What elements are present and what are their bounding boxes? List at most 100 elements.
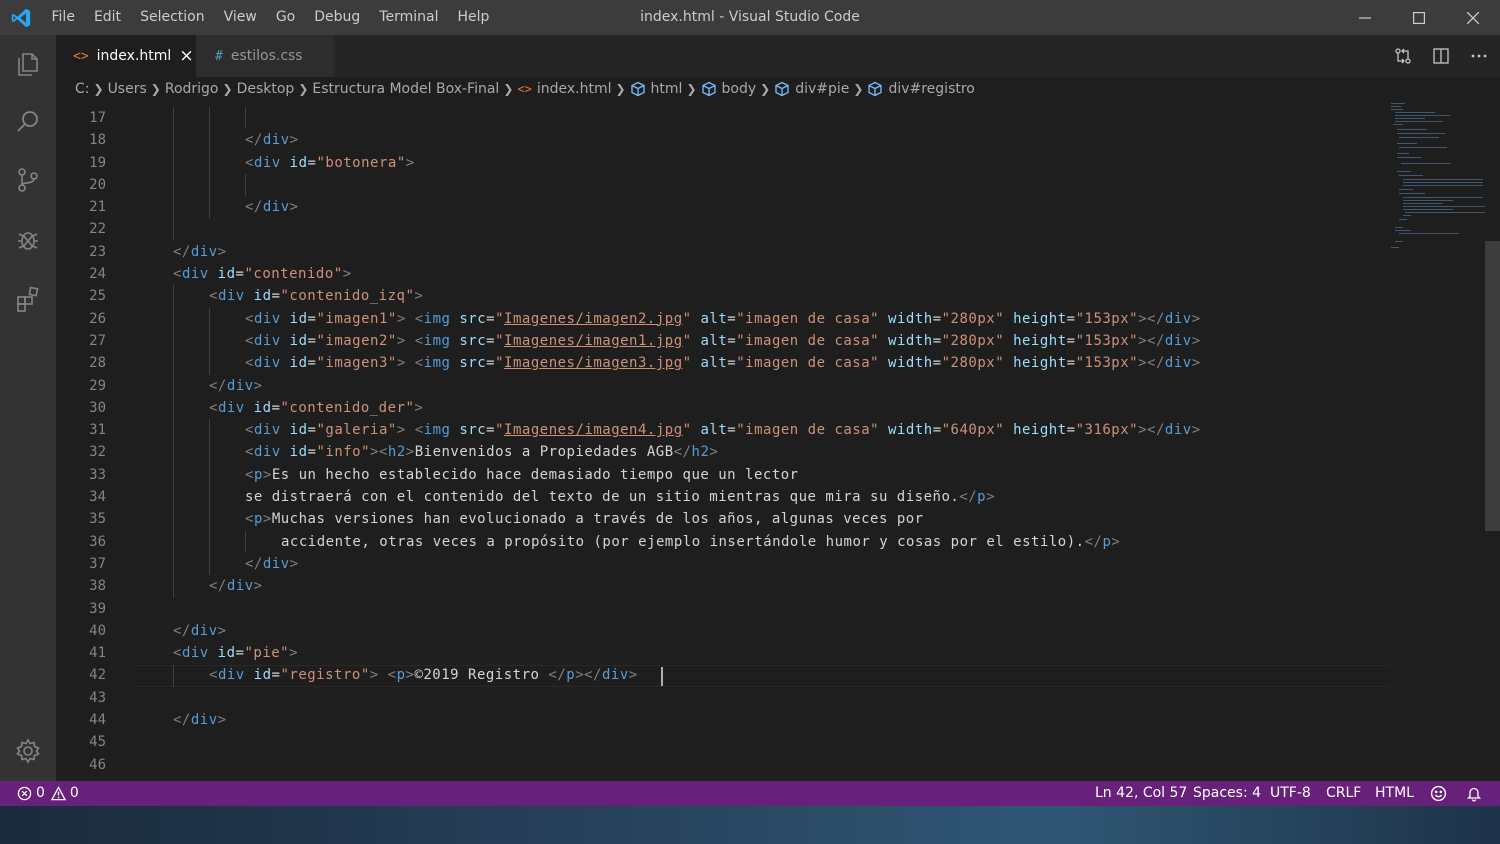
code-line[interactable]: <div id="info"><h2>Bienvenidos a Propied…: [137, 441, 1387, 463]
language-mode[interactable]: HTML: [1375, 781, 1414, 806]
chevron-right-icon: ❯: [222, 82, 233, 96]
editor-tabs: <> index.html × # estilos.css: [56, 35, 1500, 77]
line-number: 24: [89, 266, 106, 283]
code-line[interactable]: [137, 598, 1387, 620]
more-actions-button[interactable]: [1460, 47, 1498, 65]
code-line[interactable]: <div id="imagen2"> <img src="Imagenes/im…: [137, 330, 1387, 352]
file-encoding[interactable]: UTF-8: [1270, 781, 1311, 806]
menu-edit[interactable]: Edit: [84, 0, 130, 35]
code-line[interactable]: [137, 174, 1387, 196]
code-line[interactable]: <div id="imagen1"> <img src="Imagenes/im…: [137, 308, 1387, 330]
extensions-button[interactable]: [0, 275, 56, 323]
code-line[interactable]: <div id="imagen3"> <img src="Imagenes/im…: [137, 352, 1387, 374]
line-number: 26: [89, 310, 106, 327]
end-of-line[interactable]: CRLF: [1326, 781, 1361, 806]
code-line[interactable]: </div>: [137, 709, 1387, 731]
desktop-taskbar-strip: [0, 806, 1500, 844]
chevron-right-icon: ❯: [686, 82, 697, 96]
code-line[interactable]: [137, 754, 1387, 776]
tab-index-html[interactable]: <> index.html ×: [56, 35, 196, 77]
menu-file[interactable]: File: [42, 0, 84, 35]
code-line[interactable]: <p>Muchas versiones han evolucionado a t…: [137, 508, 1387, 530]
tab-label: index.html: [96, 48, 172, 64]
tab-label: estilos.css: [230, 48, 303, 64]
line-number: 42: [89, 667, 106, 684]
minimize-button[interactable]: [1338, 0, 1392, 35]
breadcrumb-item[interactable]: Desktop: [237, 81, 295, 97]
minimize-icon: [1359, 16, 1371, 19]
problems-indicator[interactable]: 0 0: [17, 781, 79, 806]
breadcrumb-item[interactable]: Users: [108, 81, 147, 97]
breadcrumb-item[interactable]: div#registro: [888, 81, 974, 97]
open-changes-button[interactable]: [1384, 47, 1422, 65]
tab-close-icon[interactable]: ×: [179, 46, 193, 66]
indentation[interactable]: Spaces: 4: [1193, 781, 1261, 806]
menu-selection[interactable]: Selection: [131, 0, 215, 35]
menu-debug[interactable]: Debug: [305, 0, 370, 35]
menu-go[interactable]: Go: [266, 0, 304, 35]
menu-terminal[interactable]: Terminal: [370, 0, 448, 35]
line-number: 29: [89, 377, 106, 394]
cursor-position[interactable]: Ln 42, Col 57: [1095, 781, 1187, 806]
breadcrumb-item[interactable]: div#pie: [795, 81, 849, 97]
code-lines[interactable]: </div> <div id="botonera"> </div> </div> <di…: [137, 107, 1387, 776]
breadcrumb-item[interactable]: index.html: [537, 81, 612, 97]
code-line[interactable]: </div>: [137, 575, 1387, 597]
code-line[interactable]: <div id="contenido_der">: [137, 397, 1387, 419]
code-line[interactable]: <div id="registro"> <p>©2019 Registro </…: [137, 664, 1387, 686]
breadcrumb-item[interactable]: Rodrigo: [165, 81, 219, 97]
code-line[interactable]: <div id="contenido_izq">: [137, 285, 1387, 307]
code-line[interactable]: </div>: [137, 129, 1387, 151]
chevron-right-icon: ❯: [93, 82, 104, 96]
code-line[interactable]: se distraerá con el contenido del texto …: [137, 486, 1387, 508]
vertical-scrollbar-thumb[interactable]: [1485, 241, 1500, 531]
line-number: 39: [89, 600, 106, 617]
code-editor[interactable]: 17 18 19 20 21 22 23 24 25 26 27 28 29 30 31 32 33 34 35 36…: [56, 101, 1500, 781]
debug-button[interactable]: [0, 216, 56, 264]
maximize-button[interactable]: [1392, 0, 1446, 35]
line-number: 17: [89, 110, 106, 126]
explorer-button[interactable]: [0, 40, 56, 88]
close-window-button[interactable]: [1446, 0, 1500, 35]
code-line[interactable]: accidente, otras veces a propósito (por …: [137, 531, 1387, 553]
breadcrumb-item[interactable]: body: [722, 81, 757, 97]
code-line[interactable]: <div id="botonera">: [137, 152, 1387, 174]
code-line[interactable]: [137, 731, 1387, 753]
compare-changes-icon: [1395, 48, 1411, 64]
code-line[interactable]: [137, 107, 1387, 129]
code-line[interactable]: </div>: [137, 196, 1387, 218]
line-number-gutter: 17 18 19 20 21 22 23 24 25 26 27 28 29 30 31 32 33 34 35 36…: [56, 107, 118, 776]
line-number: 38: [89, 578, 106, 595]
line-number: 30: [89, 399, 106, 416]
manage-button[interactable]: [0, 727, 56, 775]
split-editor-button[interactable]: [1422, 47, 1460, 65]
search-icon: [17, 111, 38, 132]
code-line[interactable]: <div id="contenido">: [137, 263, 1387, 285]
source-control-button[interactable]: [0, 156, 56, 204]
line-number: 45: [89, 734, 106, 751]
tab-estilos-css[interactable]: # estilos.css: [196, 35, 334, 77]
code-line[interactable]: </div>: [137, 553, 1387, 575]
breadcrumb-item[interactable]: html: [651, 81, 683, 97]
minimap[interactable]: [1389, 101, 1485, 261]
menu-view[interactable]: View: [214, 0, 266, 35]
code-line[interactable]: </div>: [137, 620, 1387, 642]
code-line[interactable]: </div>: [137, 241, 1387, 263]
more-icon: [1471, 54, 1487, 58]
chevron-right-icon: ❯: [503, 82, 514, 96]
code-line[interactable]: </div>: [137, 375, 1387, 397]
line-number: 36: [89, 533, 106, 550]
code-line[interactable]: <div id="pie">: [137, 642, 1387, 664]
line-number: 41: [89, 645, 106, 662]
code-line[interactable]: <p>Es un hecho establecido hace demasiad…: [137, 464, 1387, 486]
breadcrumb-item[interactable]: Estructura Model Box-Final: [312, 81, 499, 97]
code-line[interactable]: [137, 687, 1387, 709]
code-line[interactable]: <div id="galeria"> <img src="Imagenes/im…: [137, 419, 1387, 441]
line-number: 34: [89, 489, 106, 506]
line-number: 40: [89, 622, 106, 639]
code-line[interactable]: [137, 218, 1387, 240]
line-number: 18: [89, 132, 106, 149]
menu-help[interactable]: Help: [448, 0, 499, 35]
breadcrumb-item[interactable]: C:: [75, 81, 90, 97]
search-button[interactable]: [0, 98, 56, 146]
